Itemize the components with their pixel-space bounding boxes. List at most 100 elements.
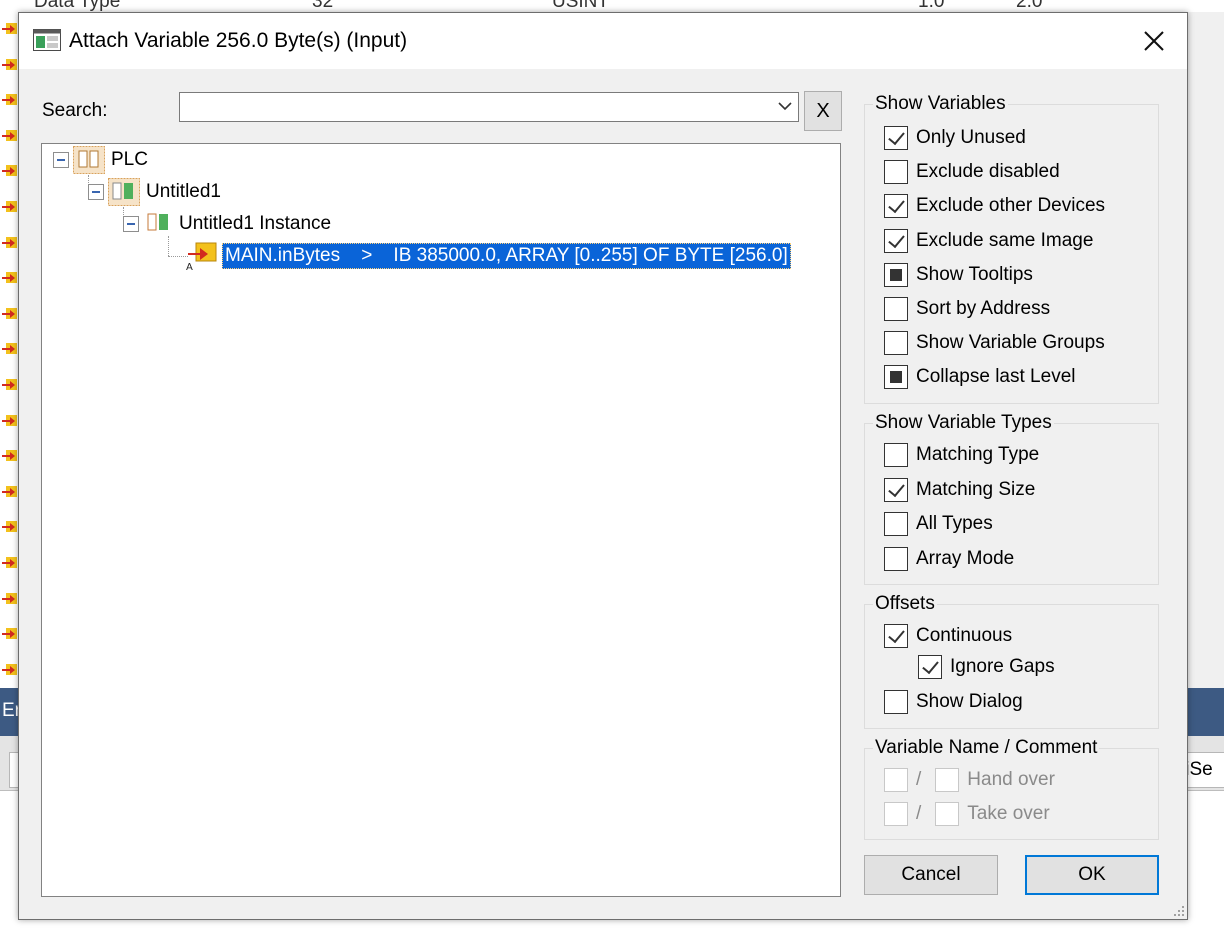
chevron-down-icon[interactable] bbox=[778, 101, 792, 111]
all-types-checkbox[interactable] bbox=[884, 512, 908, 536]
title-bar[interactable]: Attach Variable 256.0 Byte(s) (Input) bbox=[19, 13, 1187, 69]
exclude-same-image-checkbox-row[interactable]: Exclude same Image bbox=[884, 228, 1094, 253]
exclude-disabled-label: Exclude disabled bbox=[916, 161, 1060, 183]
hand-over-comment-checkbox bbox=[935, 768, 960, 792]
variable-name-comment-title: Variable Name / Comment bbox=[873, 737, 1100, 759]
clear-search-button[interactable]: X bbox=[804, 91, 842, 131]
matching-size-checkbox[interactable] bbox=[884, 477, 908, 502]
only-unused-checkbox-row[interactable]: Only Unused bbox=[884, 126, 1026, 150]
close-button[interactable] bbox=[1121, 13, 1187, 69]
show-variable-types-group: Show Variable Types Matching Type Matchin… bbox=[864, 412, 1159, 585]
bg-variable-icon bbox=[2, 94, 17, 106]
resize-grip-icon[interactable] bbox=[1173, 905, 1185, 917]
bg-col-type: USINT bbox=[552, 0, 609, 12]
attach-variable-dialog: Attach Variable 256.0 Byte(s) (Input) Se… bbox=[18, 12, 1188, 920]
cancel-button[interactable]: Cancel bbox=[864, 855, 998, 895]
tree-node-instance[interactable]: Untitled1 Instance bbox=[123, 210, 331, 238]
bg-variable-icon bbox=[2, 236, 17, 248]
background-header-row: Data Type 32 USINT 1.0 2.0 bbox=[0, 0, 1224, 12]
tree-line bbox=[168, 256, 188, 257]
hand-over-label: Hand over bbox=[967, 769, 1055, 790]
selected-variable-label[interactable]: MAIN.inBytes > IB 385000.0, ARRAY [0..25… bbox=[222, 243, 791, 269]
all-types-checkbox-row[interactable]: All Types bbox=[884, 512, 993, 536]
tree-node-plc[interactable]: PLC bbox=[53, 146, 148, 174]
matching-size-label: Matching Size bbox=[916, 478, 1036, 500]
exclude-other-devices-label: Exclude other Devices bbox=[916, 195, 1106, 217]
exclude-disabled-checkbox-row[interactable]: Exclude disabled bbox=[884, 160, 1060, 185]
offsets-title: Offsets bbox=[873, 593, 937, 615]
bg-variable-icon bbox=[2, 129, 17, 141]
all-types-label: All Types bbox=[916, 513, 993, 534]
tree-node-variable[interactable]: A MAIN.inBytes > IB 385000.0, ARRAY [0..… bbox=[186, 242, 791, 271]
show-dialog-checkbox-row[interactable]: Show Dialog bbox=[884, 690, 1023, 714]
bg-variable-icon bbox=[2, 557, 17, 568]
hand-over-name-checkbox bbox=[884, 768, 908, 792]
sort-by-address-checkbox-row[interactable]: Sort by Address bbox=[884, 297, 1050, 321]
exclude-disabled-checkbox[interactable] bbox=[884, 160, 908, 185]
tree-label-project: Untitled1 bbox=[146, 181, 221, 202]
exclude-same-image-label: Exclude same Image bbox=[916, 229, 1094, 251]
exclude-other-devices-checkbox-row[interactable]: Exclude other Devices bbox=[884, 194, 1106, 219]
take-over-row: / Take over bbox=[884, 802, 1050, 826]
bg-variable-icon bbox=[2, 23, 17, 34]
array-mode-checkbox-row[interactable]: Array Mode bbox=[884, 546, 1014, 571]
variable-tree[interactable]: PLC Untitled1 Untitled1 Instance A MAIN.… bbox=[41, 143, 841, 897]
hand-over-row: / Hand over bbox=[884, 768, 1055, 792]
array-mode-checkbox[interactable] bbox=[884, 546, 908, 571]
collapse-last-level-checkbox-row[interactable]: Collapse last Level bbox=[884, 365, 1075, 390]
only-unused-checkbox[interactable] bbox=[884, 126, 908, 150]
bg-col-datatype: Data Type bbox=[34, 0, 121, 12]
matching-type-checkbox[interactable] bbox=[884, 443, 908, 467]
bg-variable-icon bbox=[2, 165, 17, 177]
tree-node-project[interactable]: Untitled1 bbox=[88, 178, 221, 206]
tree-label-plc: PLC bbox=[111, 149, 148, 170]
bg-variable-icon bbox=[2, 343, 17, 355]
input-variable-icon: A bbox=[186, 242, 217, 271]
show-dialog-checkbox[interactable] bbox=[884, 690, 908, 714]
only-unused-label: Only Unused bbox=[916, 127, 1026, 148]
exclude-same-image-checkbox[interactable] bbox=[884, 228, 908, 253]
ignore-gaps-label: Ignore Gaps bbox=[950, 656, 1055, 677]
instance-icon bbox=[147, 213, 168, 231]
matching-type-label: Matching Type bbox=[916, 444, 1040, 465]
collapse-icon[interactable] bbox=[53, 152, 69, 168]
show-variable-types-title: Show Variable Types bbox=[873, 412, 1054, 434]
search-combobox[interactable] bbox=[179, 92, 799, 122]
matching-type-checkbox-row[interactable]: Matching Type bbox=[884, 443, 1039, 467]
show-variable-groups-checkbox-row[interactable]: Show Variable Groups bbox=[884, 331, 1105, 356]
offsets-group: Offsets Continuous Ignore Gaps Show Dial… bbox=[864, 593, 1159, 729]
collapse-last-level-checkbox[interactable] bbox=[884, 365, 908, 390]
sort-by-address-label: Sort by Address bbox=[916, 298, 1051, 319]
take-over-name-checkbox bbox=[884, 802, 908, 826]
take-over-label: Take over bbox=[967, 803, 1050, 824]
show-tooltips-checkbox-row[interactable]: Show Tooltips bbox=[884, 262, 1033, 287]
tree-label-instance: Untitled1 Instance bbox=[179, 213, 332, 234]
ignore-gaps-checkbox[interactable] bbox=[918, 655, 942, 679]
show-variable-groups-checkbox[interactable] bbox=[884, 331, 908, 356]
bg-variable-icon bbox=[2, 307, 17, 319]
take-over-comment-checkbox bbox=[935, 802, 960, 826]
bg-variable-icon bbox=[2, 521, 17, 533]
bg-variable-icon bbox=[2, 450, 17, 462]
dialog-icon bbox=[33, 29, 61, 51]
continuous-label: Continuous bbox=[916, 625, 1013, 646]
tree-line bbox=[168, 236, 169, 256]
sort-by-address-checkbox[interactable] bbox=[884, 297, 908, 321]
exclude-other-devices-checkbox[interactable] bbox=[884, 194, 908, 219]
ok-button[interactable]: OK bbox=[1025, 855, 1159, 895]
continuous-checkbox[interactable] bbox=[884, 624, 908, 648]
show-tooltips-checkbox[interactable] bbox=[884, 262, 908, 287]
matching-size-checkbox-row[interactable]: Matching Size bbox=[884, 477, 1036, 502]
show-variables-title: Show Variables bbox=[873, 93, 1008, 115]
collapse-icon[interactable] bbox=[88, 184, 104, 200]
show-variables-group: Show Variables Only Unused Exclude disabl… bbox=[864, 93, 1159, 404]
bg-variable-icon bbox=[2, 663, 17, 675]
search-input[interactable] bbox=[182, 94, 766, 122]
bg-variable-icon bbox=[2, 379, 17, 390]
collapse-icon[interactable] bbox=[123, 216, 139, 232]
continuous-checkbox-row[interactable]: Continuous bbox=[884, 624, 1012, 648]
plc-icon bbox=[73, 146, 105, 174]
bg-col-bits: 32 bbox=[312, 0, 334, 12]
ignore-gaps-checkbox-row[interactable]: Ignore Gaps bbox=[918, 655, 1055, 679]
bg-col-b: 2.0 bbox=[1016, 0, 1043, 12]
